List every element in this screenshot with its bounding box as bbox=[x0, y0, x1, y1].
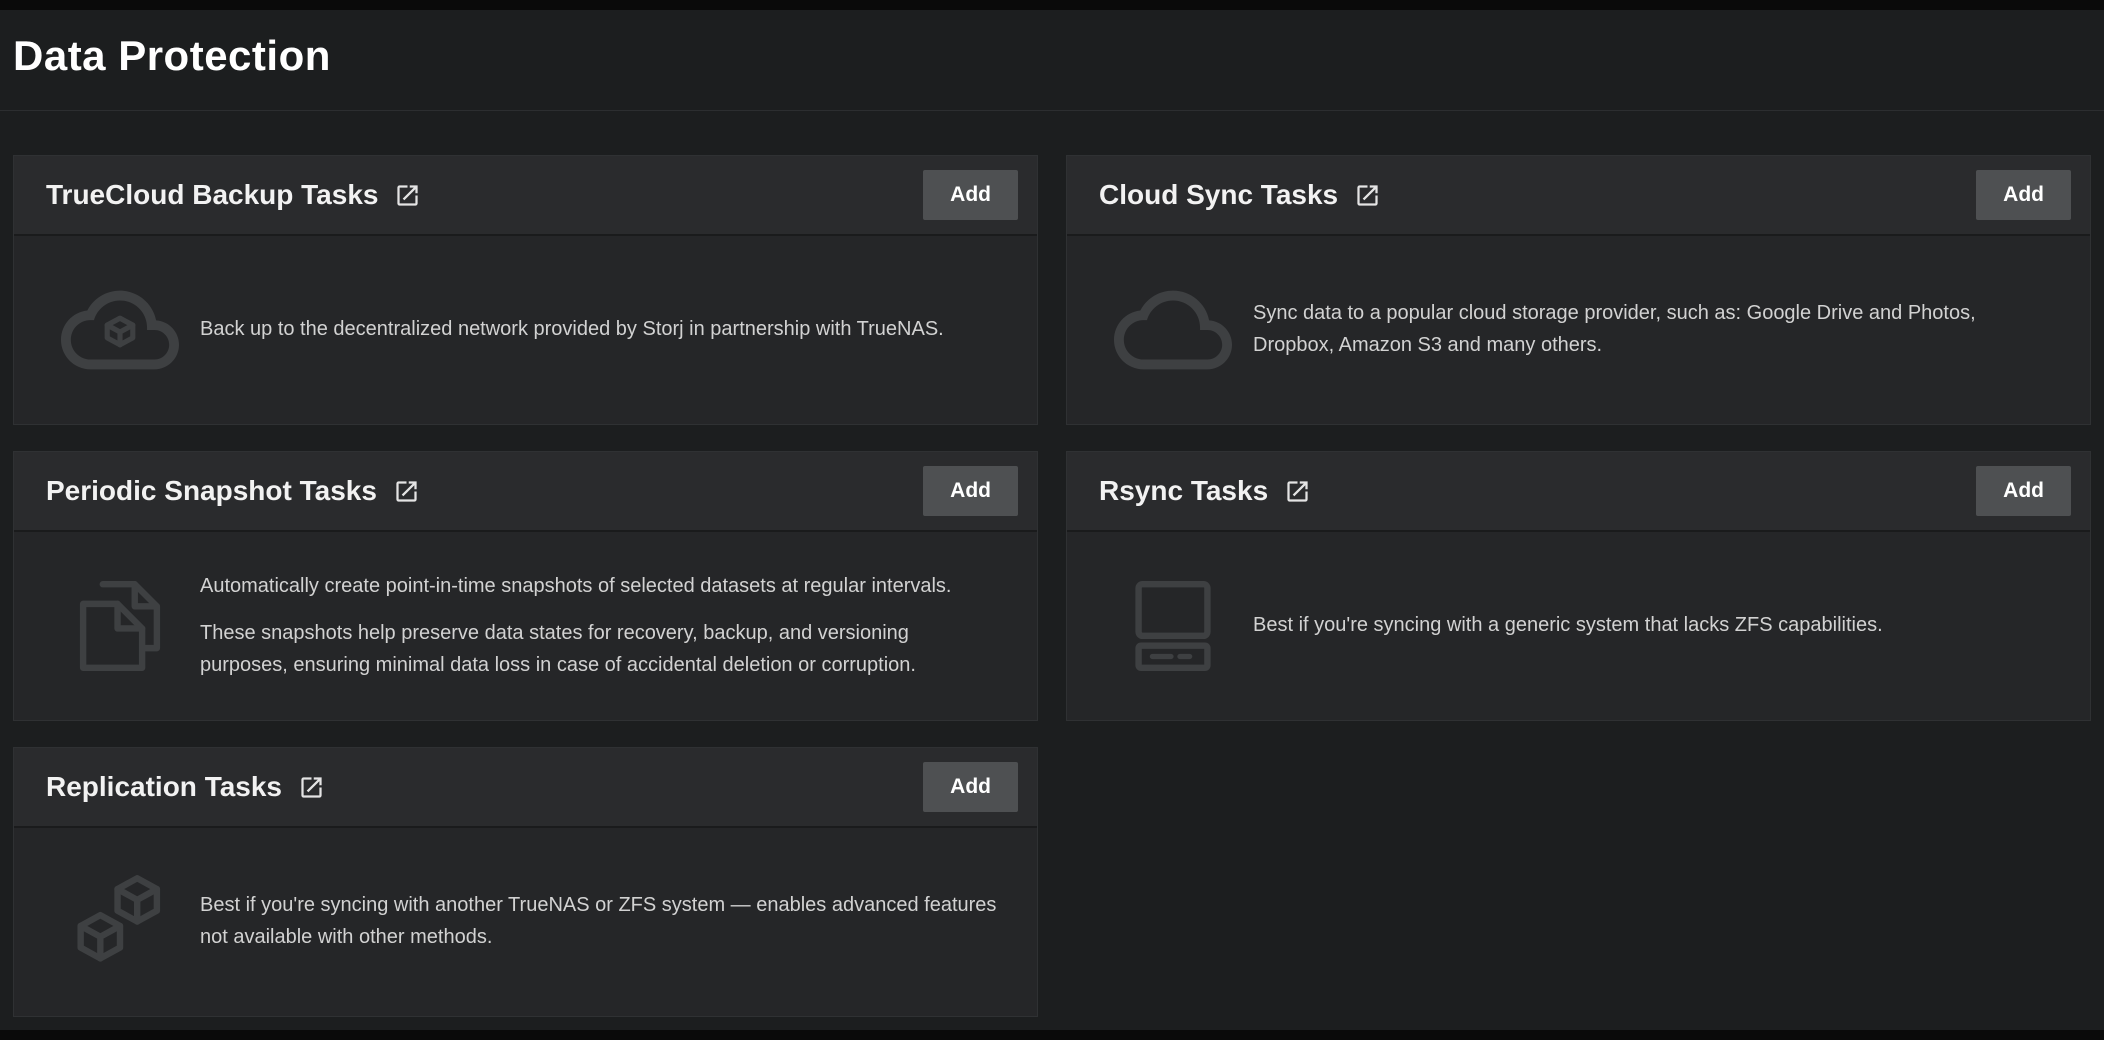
card-description: Back up to the decentralized network pro… bbox=[200, 314, 944, 346]
card-body: Automatically create point-in-time snaps… bbox=[14, 532, 1037, 720]
truecloud-backup-tasks-link[interactable]: TrueCloud Backup Tasks bbox=[46, 179, 421, 211]
external-link-icon[interactable] bbox=[1284, 478, 1311, 505]
card-header: TrueCloud Backup Tasks Add bbox=[14, 156, 1037, 236]
card-header: Cloud Sync Tasks Add bbox=[1067, 156, 2090, 236]
card-header: Periodic Snapshot Tasks Add bbox=[14, 452, 1037, 532]
add-button[interactable]: Add bbox=[1976, 466, 2071, 516]
data-protection-page: Data Protection TrueCloud Backup Tasks A… bbox=[0, 0, 2104, 1017]
cloud-sync-tasks-card: Cloud Sync Tasks Add Sync data to a popu… bbox=[1066, 155, 2091, 425]
cloud-sync-tasks-link[interactable]: Cloud Sync Tasks bbox=[1099, 179, 1381, 211]
header-divider bbox=[0, 110, 2104, 111]
card-description: Sync data to a popular cloud storage pro… bbox=[1253, 298, 2050, 361]
truecloud-backup-tasks-card: TrueCloud Backup Tasks Add bbox=[13, 155, 1038, 425]
card-description: Automatically create point-in-time snaps… bbox=[200, 571, 997, 682]
storj-cloud-icon bbox=[60, 271, 180, 389]
card-body: Best if you're syncing with a generic sy… bbox=[1067, 532, 2090, 720]
card-description: Best if you're syncing with a generic sy… bbox=[1253, 610, 1883, 642]
add-button[interactable]: Add bbox=[1976, 170, 2071, 220]
periodic-snapshot-tasks-card: Periodic Snapshot Tasks Add bbox=[13, 451, 1038, 721]
bottom-edge-bar bbox=[0, 1030, 2104, 1040]
card-body: Sync data to a popular cloud storage pro… bbox=[1067, 236, 2090, 424]
card-title: Replication Tasks bbox=[46, 771, 282, 803]
card-title: TrueCloud Backup Tasks bbox=[46, 179, 378, 211]
periodic-snapshot-tasks-link[interactable]: Periodic Snapshot Tasks bbox=[46, 475, 420, 507]
top-edge-bar bbox=[0, 0, 2104, 10]
computer-icon bbox=[1113, 567, 1233, 685]
rsync-tasks-link[interactable]: Rsync Tasks bbox=[1099, 475, 1311, 507]
replication-cubes-icon bbox=[60, 863, 180, 981]
add-button[interactable]: Add bbox=[923, 466, 1018, 516]
replication-tasks-link[interactable]: Replication Tasks bbox=[46, 771, 325, 803]
rsync-tasks-card: Rsync Tasks Add bbox=[1066, 451, 2091, 721]
external-link-icon[interactable] bbox=[298, 774, 325, 801]
card-description: Best if you're syncing with another True… bbox=[200, 890, 997, 953]
cloud-icon bbox=[1113, 271, 1233, 389]
external-link-icon[interactable] bbox=[394, 182, 421, 209]
card-title: Cloud Sync Tasks bbox=[1099, 179, 1338, 211]
external-link-icon[interactable] bbox=[393, 478, 420, 505]
replication-tasks-card: Replication Tasks Add bbox=[13, 747, 1038, 1017]
card-title: Rsync Tasks bbox=[1099, 475, 1268, 507]
card-header: Rsync Tasks Add bbox=[1067, 452, 2090, 532]
card-grid: TrueCloud Backup Tasks Add bbox=[13, 155, 2091, 1017]
add-button[interactable]: Add bbox=[923, 170, 1018, 220]
card-title: Periodic Snapshot Tasks bbox=[46, 475, 377, 507]
card-header: Replication Tasks Add bbox=[14, 748, 1037, 828]
page-title: Data Protection bbox=[13, 32, 2091, 80]
external-link-icon[interactable] bbox=[1354, 182, 1381, 209]
card-body: Best if you're syncing with another True… bbox=[14, 828, 1037, 1016]
snapshots-icon bbox=[60, 567, 180, 685]
card-body: Back up to the decentralized network pro… bbox=[14, 236, 1037, 424]
add-button[interactable]: Add bbox=[923, 762, 1018, 812]
